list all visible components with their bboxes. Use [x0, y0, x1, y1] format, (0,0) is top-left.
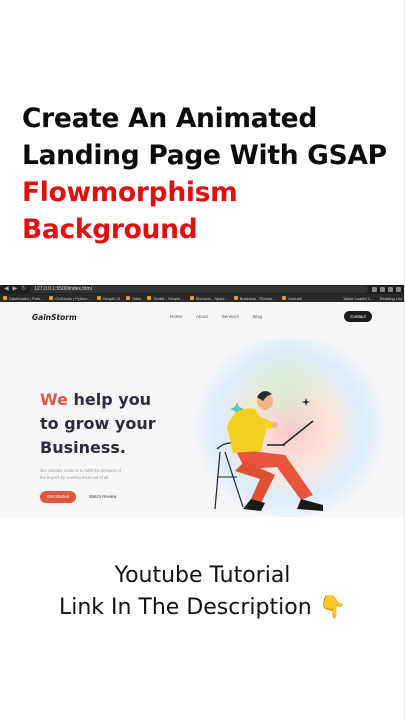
bookmark-icon — [49, 296, 54, 300]
nav-about[interactable]: About — [196, 314, 208, 319]
hero-heading: We help you to grow your Business. — [40, 388, 156, 460]
bookmark-icon — [281, 296, 286, 300]
nav-services[interactable]: Services — [222, 314, 239, 319]
caption-line-2: Link In The Description 👇 — [58, 595, 347, 620]
bookmark-item[interactable]: Sho'wdo - Spaci... — [189, 296, 228, 301]
landing-page: GainStorm Home About Services Blog Conta… — [0, 302, 405, 517]
reading-list-item[interactable]: Reading List — [380, 296, 402, 301]
extension-icon[interactable] — [380, 287, 385, 292]
address-bar[interactable]: 127.0.0.1:5500/index.html — [30, 286, 368, 293]
bookmark-item[interactable]: Dashboard | Path... — [3, 296, 43, 301]
browser-window: ◀ ▶ ↻ 127.0.0.1:5500/index.html Dashboar… — [0, 285, 405, 517]
watch-review-link[interactable]: Watch Review — [89, 494, 116, 499]
pointing-down-icon: 👇 — [318, 595, 347, 620]
extension-icons — [372, 287, 401, 292]
get-started-button[interactable]: Get Started — [40, 491, 76, 503]
bookmark-item[interactable]: Sass — [126, 296, 141, 301]
bookmark-item[interactable]: Business - Premiu... — [233, 296, 276, 301]
bookmark-icon — [126, 296, 131, 300]
bookmark-icon — [233, 296, 238, 300]
profile-icon[interactable] — [396, 287, 401, 292]
hero-line-3: Business. — [40, 438, 126, 457]
site-logo[interactable]: GainStorm — [32, 313, 77, 322]
video-caption: Youtube Tutorial Link In The Description… — [0, 560, 405, 624]
person-laptop-illustration — [214, 391, 323, 511]
bookmark-icon — [96, 296, 101, 300]
caption-line-1: Youtube Tutorial — [114, 563, 291, 588]
reload-icon[interactable]: ↻ — [21, 285, 26, 294]
headline-line-3: Flowmorphism — [22, 177, 238, 208]
site-nav: Home About Services Blog — [170, 314, 262, 319]
nav-blog[interactable]: Blog — [253, 314, 262, 319]
headline-line-4: Background — [22, 214, 198, 245]
extension-icon[interactable] — [388, 287, 393, 292]
extension-icon[interactable] — [372, 287, 377, 292]
bookmarks-bar: Dashboard | Path... OnDecks | Python... … — [0, 294, 405, 302]
bookmark-item[interactable]: Toolkit - Simple... — [147, 296, 184, 301]
hero-line-1: help you — [67, 390, 152, 409]
hero-line-2: to grow your — [40, 414, 156, 433]
headline-line-2: Landing Page With GSAP — [22, 140, 387, 171]
headline-line-1: Create An Animated — [22, 103, 318, 134]
bookmark-item[interactable]: Youtube — [281, 296, 302, 301]
nav-home[interactable]: Home — [170, 314, 182, 319]
bookmark-item[interactable]: OnDecks | Python... — [49, 296, 91, 301]
hero-description: Our ultimate motto is to fulfill the dem… — [40, 468, 121, 480]
contact-button[interactable]: Contact — [344, 311, 372, 322]
bookmark-icon — [147, 296, 152, 300]
forward-icon[interactable]: ▶ — [13, 285, 18, 294]
bookmark-item[interactable]: Wave Loader L... — [343, 296, 373, 301]
bookmark-icon — [3, 296, 7, 300]
bookmark-icon — [189, 296, 194, 300]
bookmark-item[interactable]: Simple UI — [96, 296, 120, 301]
browser-toolbar: ◀ ▶ ↻ 127.0.0.1:5500/index.html — [0, 285, 405, 294]
back-icon[interactable]: ◀ — [4, 285, 9, 294]
video-headline: Create An Animated Landing Page With GSA… — [22, 100, 397, 248]
hero-accent-word: We — [40, 390, 68, 409]
